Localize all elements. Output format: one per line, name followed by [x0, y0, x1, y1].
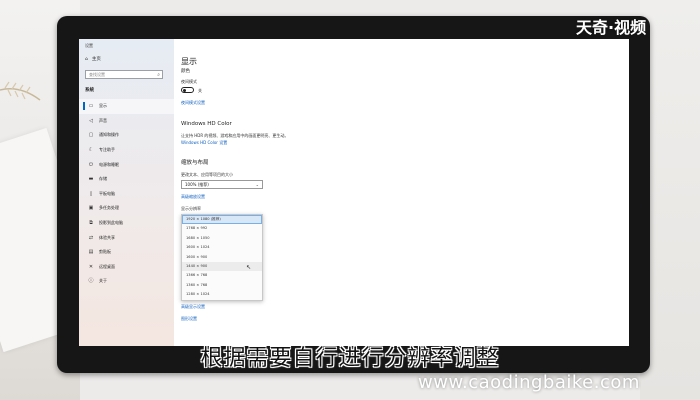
advanced-display-link[interactable]: 高级显示设置 — [181, 304, 205, 310]
scale-value: 100% (推荐) — [185, 182, 209, 187]
chevron-down-icon: ⌄ — [255, 182, 259, 187]
sidebar-item-display[interactable]: ▭ 显示 — [79, 99, 174, 114]
hdr-description: 让支持 HDR 的视频、游戏和应用中的画面更明亮、更生动。 — [181, 133, 289, 138]
drive-icon: ▬ — [88, 176, 94, 183]
multitask-icon: ▣ — [88, 205, 94, 212]
info-icon: ⓘ — [88, 278, 94, 285]
scale-layout-heading: 缩放与布局 — [181, 160, 209, 166]
message-icon: ▢ — [88, 132, 94, 139]
clipboard-icon: ▤ — [88, 249, 94, 256]
sidebar-item-label: 平板电脑 — [99, 190, 115, 196]
video-caption: 根据需要自行进行分辨率调整 — [200, 346, 500, 371]
scale-select[interactable]: 100% (推荐) ⌄ — [181, 180, 263, 189]
graphics-settings-link[interactable]: 图形设置 — [181, 316, 197, 322]
sidebar-item-label: 存储 — [99, 176, 107, 182]
sidebar: 设置 ⌂ 主页 查找设置 ⌕ 系统 ▭ 显示 ◁ 声音 ▢ 通知和操作 ☾ 专注… — [79, 39, 174, 346]
monitor-icon: ▭ — [88, 103, 94, 110]
sidebar-item-label: 体验共享 — [99, 234, 115, 240]
sidebar-nav: ▭ 显示 ◁ 声音 ▢ 通知和操作 ☾ 专注助手 ⏻ 电源和睡眠 ▬ 存储 ▯ … — [79, 99, 174, 289]
resolution-option[interactable]: 1280 × 1024 — [182, 290, 262, 299]
main-content: 显示 颜色 夜间模式 关 夜间模式设置 Windows HD Color 让支持… — [181, 39, 629, 346]
resolution-option[interactable]: 1600 × 1024 — [182, 243, 262, 252]
sidebar-item-focus-assist[interactable]: ☾ 专注助手 — [79, 143, 174, 158]
watermark: www.caodingbaike.com — [418, 372, 640, 393]
night-light-label: 夜间模式 — [181, 79, 197, 84]
resolution-option[interactable]: 1680 × 1050 — [182, 234, 262, 243]
sidebar-item-storage[interactable]: ▬ 存储 — [79, 172, 174, 187]
window-title: 设置 — [85, 43, 93, 48]
sidebar-item-notifications[interactable]: ▢ 通知和操作 — [79, 128, 174, 143]
resolution-option[interactable]: 1360 × 768 — [182, 281, 262, 290]
color-heading: 颜色 — [181, 69, 190, 74]
search-input[interactable]: 查找设置 ⌕ — [85, 70, 163, 79]
sidebar-item-label: 远程桌面 — [99, 263, 115, 269]
resolution-label: 显示分辨率 — [181, 206, 201, 211]
channel-logo: 天奇·视频 — [576, 18, 647, 37]
sidebar-item-power[interactable]: ⏻ 电源和睡眠 — [79, 157, 174, 172]
sidebar-item-label: 剪贴板 — [99, 249, 111, 255]
home-label: 主页 — [91, 57, 101, 62]
scale-label: 更改文本、应用等项目的大小 — [181, 172, 233, 177]
sidebar-item-label: 声音 — [99, 117, 107, 123]
sidebar-item-label: 电源和睡眠 — [99, 161, 119, 167]
resolution-option[interactable]: 1600 × 900 — [182, 253, 262, 262]
remote-icon: ✕ — [88, 263, 94, 270]
sidebar-item-shared-experiences[interactable]: ⇄ 体验共享 — [79, 230, 174, 245]
advanced-scaling-link[interactable]: 高级缩放设置 — [181, 194, 205, 200]
sidebar-item-tablet[interactable]: ▯ 平板电脑 — [79, 187, 174, 202]
settings-window: 设置 ⌂ 主页 查找设置 ⌕ 系统 ▭ 显示 ◁ 声音 ▢ 通知和操作 ☾ 专注… — [79, 39, 629, 346]
resolution-option[interactable]: 1920 × 1080 (推荐) — [182, 215, 262, 225]
night-light-toggle[interactable] — [181, 87, 194, 93]
search-placeholder: 查找设置 — [89, 72, 105, 77]
search-icon: ⌕ — [157, 72, 160, 78]
moon-icon: ☾ — [88, 147, 94, 154]
sidebar-item-label: 多任务处理 — [99, 205, 119, 211]
sidebar-item-label: 投影到此电脑 — [99, 220, 123, 226]
sidebar-item-remote-desktop[interactable]: ✕ 远程桌面 — [79, 260, 174, 275]
sidebar-item-label: 通知和操作 — [99, 132, 119, 138]
plant-decoration — [0, 81, 41, 101]
tablet-icon: ▯ — [89, 190, 93, 197]
sidebar-item-sound[interactable]: ◁ 声音 — [79, 114, 174, 129]
sidebar-home[interactable]: ⌂ 主页 — [85, 56, 101, 63]
toggle-knob — [183, 89, 186, 92]
sidebar-section-label: 系统 — [85, 88, 94, 93]
share-icon: ⇄ — [88, 234, 94, 241]
sidebar-item-label: 显示 — [99, 103, 107, 109]
resolution-option-label: 1440 × 900 — [186, 263, 208, 268]
project-icon: ⧉ — [89, 220, 93, 227]
page-title: 显示 — [181, 57, 197, 66]
hdr-settings-link[interactable]: Windows HD Color 设置 — [181, 140, 227, 146]
hdr-heading: Windows HD Color — [181, 121, 232, 127]
home-icon: ⌂ — [85, 56, 88, 62]
resolution-dropdown[interactable]: 1920 × 1080 (推荐) 1768 × 992 1680 × 1050 … — [181, 214, 263, 301]
resolution-option[interactable]: 1366 × 768 — [182, 271, 262, 280]
speaker-icon: ◁ — [89, 117, 93, 124]
sidebar-item-label: 关于 — [99, 278, 107, 284]
night-light-settings-link[interactable]: 夜间模式设置 — [181, 100, 205, 106]
resolution-option[interactable]: 1768 × 992 — [182, 224, 262, 233]
sidebar-item-label: 专注助手 — [99, 147, 115, 153]
resolution-option-hovered[interactable]: 1440 × 900 ↖ — [182, 261, 262, 272]
sidebar-item-multitasking[interactable]: ▣ 多任务处理 — [79, 201, 174, 216]
night-light-state: 关 — [198, 88, 202, 93]
sidebar-item-clipboard[interactable]: ▤ 剪贴板 — [79, 245, 174, 260]
sidebar-item-projecting[interactable]: ⧉ 投影到此电脑 — [79, 216, 174, 231]
sidebar-item-about[interactable]: ⓘ 关于 — [79, 274, 174, 289]
power-icon: ⏻ — [89, 161, 93, 168]
